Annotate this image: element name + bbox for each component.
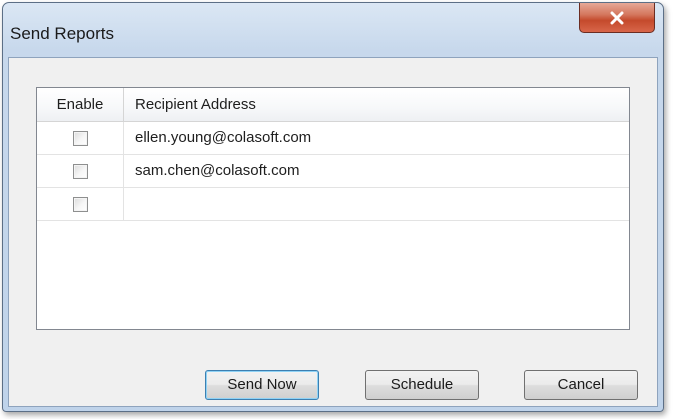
close-icon xyxy=(609,11,625,25)
column-header-recipient-address[interactable]: Recipient Address xyxy=(135,88,256,121)
table-row[interactable]: sam.chen@colasoft.com xyxy=(37,155,629,188)
dialog-body: Enable Recipient Address ellen.young@col… xyxy=(8,57,658,407)
enable-cell xyxy=(37,122,124,154)
enable-checkbox[interactable] xyxy=(72,163,88,179)
close-button[interactable] xyxy=(579,3,655,33)
list-header: Enable Recipient Address xyxy=(37,88,629,122)
enable-checkbox[interactable] xyxy=(72,130,88,146)
cancel-button[interactable]: Cancel xyxy=(524,370,638,400)
recipient-address[interactable]: ellen.young@colasoft.com xyxy=(135,122,311,154)
table-row[interactable]: ellen.young@colasoft.com xyxy=(37,122,629,155)
title-bar[interactable]: Send Reports xyxy=(3,3,663,57)
column-header-enable[interactable]: Enable xyxy=(37,88,124,121)
enable-checkbox[interactable] xyxy=(72,196,88,212)
recipient-address[interactable]: sam.chen@colasoft.com xyxy=(135,155,299,187)
enable-cell xyxy=(37,188,124,220)
send-reports-dialog: Send Reports Enable Recipient Address el… xyxy=(2,2,664,412)
recipient-list[interactable]: Enable Recipient Address ellen.young@col… xyxy=(36,87,630,330)
send-now-button[interactable]: Send Now xyxy=(205,370,319,400)
table-row[interactable] xyxy=(37,188,629,221)
dialog-title: Send Reports xyxy=(10,24,114,43)
enable-cell xyxy=(37,155,124,187)
schedule-button[interactable]: Schedule xyxy=(365,370,479,400)
